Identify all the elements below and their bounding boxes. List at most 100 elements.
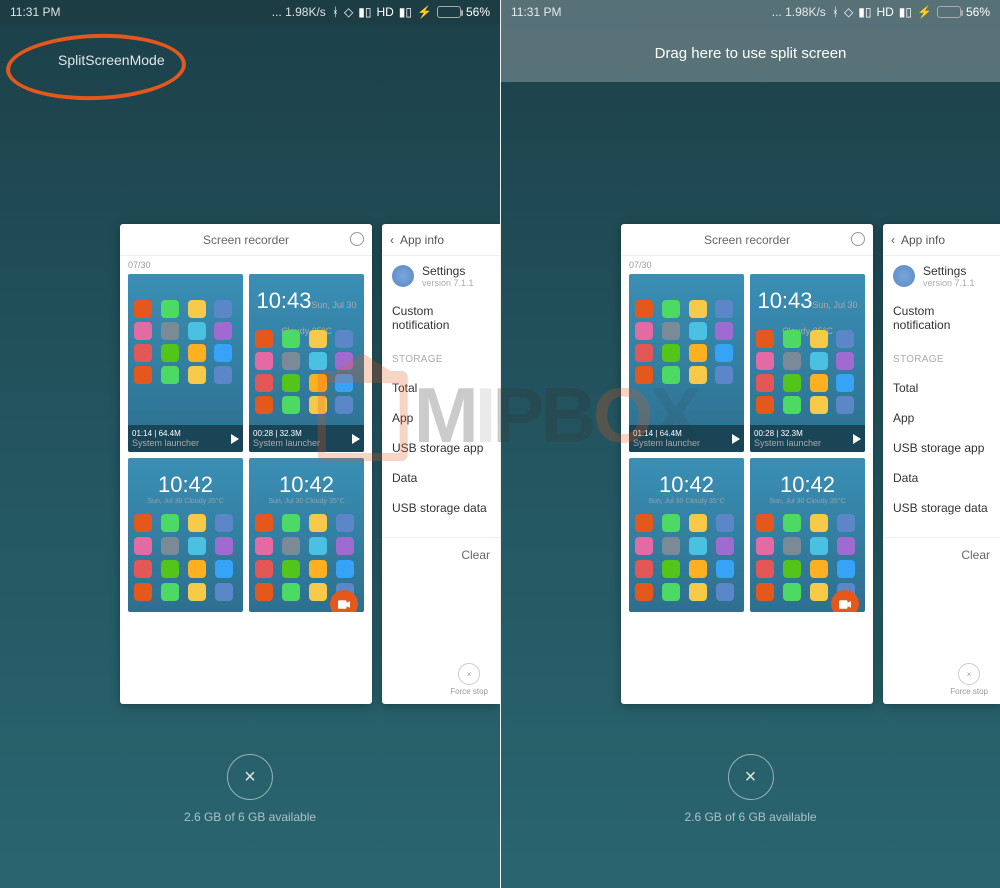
- app-grid-preview: [756, 330, 859, 414]
- phone-screenshot-left: 11:31 PM ... 1.98K/s ᚼ ◇ ▮▯ HD ▮▯ ⚡ 56% …: [0, 0, 500, 888]
- row-data[interactable]: Data: [382, 463, 500, 493]
- recording-meta: 01:14 | 64.4MSystem launcher: [128, 425, 243, 452]
- wifi-icon: ◇: [844, 5, 853, 19]
- recent-card-screen-recorder[interactable]: Screen recorder Screen recorder 07/30 01…: [621, 224, 873, 704]
- force-stop[interactable]: × Force stop: [950, 663, 988, 696]
- recording-thumbnails: 01:14 | 64.4MSystem launcher 10:43Sun, J…: [120, 274, 372, 452]
- recent-card-app-info[interactable]: App info ‹ App info Settingsversion 7.1.…: [382, 224, 500, 704]
- app-info-app[interactable]: Settingsversion 7.1.1: [382, 256, 500, 296]
- bluetooth-icon: ᚼ: [332, 5, 339, 19]
- charging-icon: ⚡: [917, 5, 932, 19]
- charging-icon: ⚡: [417, 5, 432, 19]
- row-total[interactable]: Total: [883, 373, 1000, 403]
- recording-meta: 00:28 | 32.3MSystem launcher: [249, 425, 364, 452]
- home-preview[interactable]: 10:42Sun, Jul 30 Cloudy 35°C: [249, 458, 364, 612]
- signal2-icon: ▮▯: [899, 5, 912, 19]
- card-header: Screen recorder: [621, 224, 873, 256]
- play-icon[interactable]: [732, 434, 740, 444]
- force-stop[interactable]: × Force stop: [450, 663, 488, 696]
- home-preview[interactable]: 10:42Sun, Jul 30 Cloudy 35°C: [128, 458, 243, 612]
- row-app[interactable]: App: [883, 403, 1000, 433]
- close-all: × 2.6 GB of 6 GB available: [184, 754, 316, 824]
- battery-pct: 56%: [466, 5, 490, 19]
- signal-icon: ▮▯: [858, 5, 871, 19]
- section-storage: Storage: [883, 340, 1000, 373]
- status-time: 11:31 PM: [511, 5, 561, 19]
- app-grid-preview: [255, 330, 358, 414]
- section-storage: Storage: [382, 340, 500, 373]
- memory-label: 2.6 GB of 6 GB available: [184, 810, 316, 824]
- status-speed: ... 1.98K/s: [60, 5, 325, 19]
- split-screen-mode-button[interactable]: SplitScreenMode: [34, 52, 165, 68]
- app-grid-preview: [756, 514, 859, 601]
- close-icon: ×: [458, 663, 480, 685]
- recording-meta: 01:14 | 64.4MSystem launcher: [629, 425, 744, 452]
- battery-icon: [437, 6, 461, 18]
- battery-icon: [937, 6, 961, 18]
- row-usb-app[interactable]: USB storage app: [382, 433, 500, 463]
- recording-thumb[interactable]: 01:14 | 64.4MSystem launcher: [128, 274, 243, 452]
- home-previews: 10:42Sun, Jul 30 Cloudy 35°C 10:42Sun, J…: [621, 452, 873, 612]
- app-grid-preview: [134, 300, 237, 384]
- settings-icon[interactable]: [851, 232, 865, 246]
- record-fab[interactable]: [330, 590, 358, 612]
- play-icon[interactable]: [231, 434, 239, 444]
- row-data[interactable]: Data: [883, 463, 1000, 493]
- status-speed: ... 1.98K/s: [561, 5, 825, 19]
- app-grid-preview: [635, 514, 738, 601]
- recording-thumbnails: 01:14 | 64.4MSystem launcher 10:43Sun, J…: [621, 274, 873, 452]
- close-all: × 2.6 GB of 6 GB available: [684, 754, 816, 824]
- recents-carousel[interactable]: Screen recorder Screen recorder 07/30 01…: [120, 224, 500, 704]
- recents-carousel[interactable]: Screen recorder Screen recorder 07/30 01…: [621, 224, 1000, 704]
- settings-app-icon: [392, 265, 414, 287]
- app-info-header: ‹ App info: [382, 224, 500, 256]
- phone-screenshot-right: Drag here to use split screen 11:31 PM .…: [500, 0, 1000, 888]
- settings-app-icon: [893, 265, 915, 287]
- memory-label: 2.6 GB of 6 GB available: [684, 810, 816, 824]
- app-grid-preview: [635, 300, 738, 384]
- bluetooth-icon: ᚼ: [832, 5, 839, 19]
- status-indicators: ᚼ ◇ ▮▯ HD ▮▯ ⚡ 56%: [832, 5, 990, 19]
- clear-button[interactable]: Clear: [382, 537, 500, 572]
- close-all-button[interactable]: ×: [727, 754, 773, 800]
- clear-button[interactable]: Clear: [883, 537, 1000, 572]
- row-usb-data[interactable]: USB storage data: [382, 493, 500, 523]
- app-info-header: ‹ App info: [883, 224, 1000, 256]
- recent-card-app-info[interactable]: App info ‹ App info Settingsversion 7.1.…: [883, 224, 1000, 704]
- date-label: 07/30: [621, 256, 873, 274]
- recording-thumb[interactable]: 10:43Sun, Jul 30 Cloudy 35°C 00:28 | 32.…: [750, 274, 865, 452]
- status-bar: 11:31 PM ... 1.98K/s ᚼ ◇ ▮▯ HD ▮▯ ⚡ 56%: [501, 0, 1000, 24]
- wifi-icon: ◇: [344, 5, 353, 19]
- back-icon[interactable]: ‹: [390, 233, 394, 247]
- app-grid-preview: [134, 514, 237, 601]
- home-preview[interactable]: 10:42Sun, Jul 30 Cloudy 35°C: [629, 458, 744, 612]
- signal2-icon: ▮▯: [399, 5, 412, 19]
- play-icon[interactable]: [853, 434, 861, 444]
- back-icon[interactable]: ‹: [891, 233, 895, 247]
- close-icon: ×: [958, 663, 980, 685]
- split-label: SplitScreenMode: [58, 52, 165, 68]
- status-bar: 11:31 PM ... 1.98K/s ᚼ ◇ ▮▯ HD ▮▯ ⚡ 56%: [0, 0, 500, 24]
- recording-thumb[interactable]: 10:43Sun, Jul 30 Cloudy 35°C 00:28 | 32.…: [249, 274, 364, 452]
- recording-thumb[interactable]: 01:14 | 64.4MSystem launcher: [629, 274, 744, 452]
- date-label: 07/30: [120, 256, 372, 274]
- record-fab[interactable]: [831, 590, 859, 612]
- settings-icon[interactable]: [350, 232, 364, 246]
- row-total[interactable]: Total: [382, 373, 500, 403]
- network-label: HD: [376, 5, 393, 19]
- battery-pct: 56%: [966, 5, 990, 19]
- close-all-button[interactable]: ×: [227, 754, 273, 800]
- card-header: Screen recorder: [120, 224, 372, 256]
- status-time: 11:31 PM: [10, 5, 60, 19]
- row-usb-app[interactable]: USB storage app: [883, 433, 1000, 463]
- row-app[interactable]: App: [382, 403, 500, 433]
- row-usb-data[interactable]: USB storage data: [883, 493, 1000, 523]
- status-indicators: ᚼ ◇ ▮▯ HD ▮▯ ⚡ 56%: [332, 5, 490, 19]
- network-label: HD: [876, 5, 893, 19]
- home-preview[interactable]: 10:42Sun, Jul 30 Cloudy 35°C: [750, 458, 865, 612]
- app-info-app[interactable]: Settingsversion 7.1.1: [883, 256, 1000, 296]
- row-custom-notification[interactable]: Custom notification: [883, 296, 1000, 340]
- recent-card-screen-recorder[interactable]: Screen recorder Screen recorder 07/30 01…: [120, 224, 372, 704]
- row-custom-notification[interactable]: Custom notification: [382, 296, 500, 340]
- play-icon[interactable]: [352, 434, 360, 444]
